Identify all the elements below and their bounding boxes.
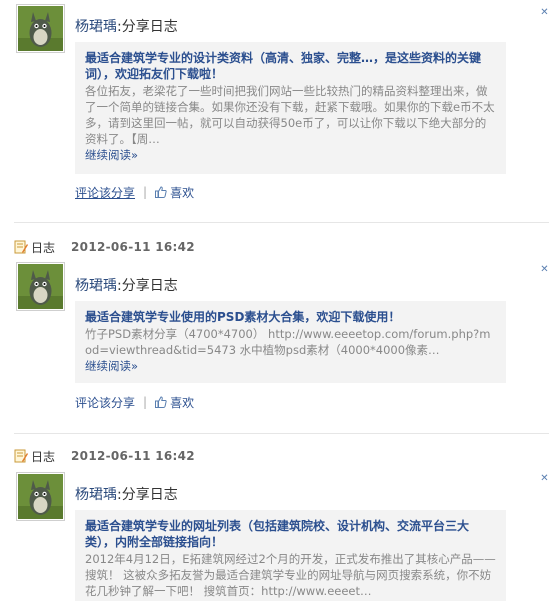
author-name[interactable]: 杨珺瑀 bbox=[75, 19, 117, 35]
timestamp: 2012-06-11 16:42 bbox=[71, 449, 195, 463]
divider bbox=[14, 433, 549, 434]
share-title-link[interactable]: 最适合建筑学专业的网址列表（包括建筑院校、设计机构、交流平台三大类），内附全部链… bbox=[85, 518, 496, 550]
separator: | bbox=[143, 185, 148, 199]
read-more-link[interactable]: 继续阅读» bbox=[85, 147, 496, 163]
close-icon[interactable]: ✕ bbox=[540, 474, 549, 484]
thumbs-up-icon[interactable] bbox=[155, 396, 167, 408]
share-excerpt: 2012年4月12日，E拓建筑网经过2个月的开发，正式发布推出了其核心产品——搜… bbox=[85, 552, 496, 598]
share-action-text: :分享日志 bbox=[117, 487, 178, 503]
author-line: 杨珺瑀:分享日志 bbox=[75, 487, 178, 503]
timestamp: 2012-06-11 16:42 bbox=[71, 240, 195, 254]
author-name[interactable]: 杨珺瑀 bbox=[75, 278, 117, 294]
totoro-avatar-icon bbox=[18, 6, 63, 51]
share-excerpt: 各位拓友，老梁花了一些时间把我们网站一些比较热门的精品资料整理出来，做了一个简单… bbox=[85, 84, 495, 146]
type-label: 日志 bbox=[31, 240, 56, 255]
avatar[interactable] bbox=[16, 4, 65, 53]
item-actions: 评论该分享 | 喜欢 bbox=[75, 394, 194, 410]
thumbs-up-icon[interactable] bbox=[155, 186, 167, 198]
type-label: 日志 bbox=[31, 449, 56, 464]
comment-share-link[interactable]: 评论该分享 bbox=[75, 394, 135, 411]
totoro-avatar-icon bbox=[18, 264, 63, 309]
item-actions: 评论该分享 | 喜欢 bbox=[75, 184, 194, 200]
share-title-link[interactable]: 最适合建筑学专业的设计类资料（高清、独家、完整…，是这些资料的关键词），欢迎拓友… bbox=[85, 50, 496, 82]
avatar[interactable] bbox=[16, 262, 65, 311]
share-excerpt: 竹子PSD素材分享（4700*4700） http://www.eeeetop.… bbox=[85, 327, 491, 357]
share-action-text: :分享日志 bbox=[117, 19, 178, 35]
totoro-avatar-icon bbox=[18, 474, 63, 519]
share-box: 最适合建筑学专业使用的PSD素材大合集，欢迎下载使用！ 竹子PSD素材分享（47… bbox=[75, 301, 506, 383]
item-meta: 日志 2012-06-11 16:42 bbox=[14, 239, 195, 255]
divider bbox=[14, 222, 549, 223]
author-name[interactable]: 杨珺瑀 bbox=[75, 487, 117, 503]
share-box: 最适合建筑学专业的设计类资料（高清、独家、完整…，是这些资料的关键词），欢迎拓友… bbox=[75, 42, 506, 174]
note-icon bbox=[14, 240, 28, 254]
close-icon[interactable]: ✕ bbox=[540, 265, 549, 275]
share-action-text: :分享日志 bbox=[117, 278, 178, 294]
author-line: 杨珺瑀:分享日志 bbox=[75, 19, 178, 35]
like-link[interactable]: 喜欢 bbox=[170, 184, 194, 201]
like-link[interactable]: 喜欢 bbox=[170, 394, 194, 411]
comment-share-link[interactable]: 评论该分享 bbox=[75, 184, 135, 201]
avatar[interactable] bbox=[16, 472, 65, 521]
close-icon[interactable]: ✕ bbox=[540, 8, 549, 18]
note-icon bbox=[14, 449, 28, 463]
separator: | bbox=[143, 395, 148, 409]
author-line: 杨珺瑀:分享日志 bbox=[75, 278, 178, 294]
share-box: 最适合建筑学专业的网址列表（包括建筑院校、设计机构、交流平台三大类），内附全部链… bbox=[75, 510, 506, 601]
item-meta: 日志 2012-06-11 16:42 bbox=[14, 448, 195, 464]
share-title-link[interactable]: 最适合建筑学专业使用的PSD素材大合集，欢迎下载使用！ bbox=[85, 309, 496, 325]
read-more-link[interactable]: 继续阅读» bbox=[85, 358, 496, 374]
